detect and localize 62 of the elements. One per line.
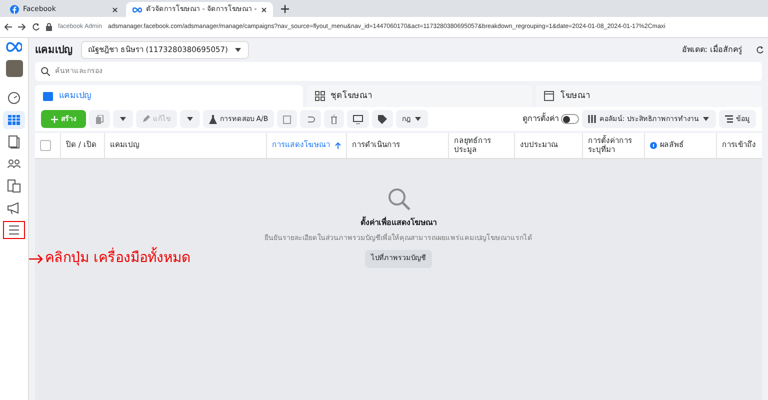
caret-icon: [414, 115, 422, 123]
arrow-icon: [29, 254, 43, 264]
preview-button[interactable]: [347, 110, 370, 128]
breakdown-icon: [725, 115, 733, 123]
infinity-logo-icon: [132, 6, 142, 12]
monitor-icon: [353, 114, 364, 124]
search-icon: [41, 67, 50, 76]
pages-icon: [7, 135, 21, 149]
info-icon: [650, 142, 657, 149]
back-icon: [4, 23, 12, 31]
search-icon: [386, 187, 410, 211]
level-tab[interactable]: โฆษณา: [536, 85, 762, 107]
caret-icon: [119, 115, 127, 123]
menu-icon: [7, 223, 21, 237]
menu-nav-item[interactable]: [3, 221, 25, 239]
plus-icon: [51, 116, 58, 122]
close-icon: [112, 6, 118, 12]
infinity-logo-icon: [6, 42, 22, 52]
table-nav-item[interactable]: [3, 111, 25, 129]
clipboard-icon: [283, 114, 292, 124]
close-icon: [260, 6, 267, 12]
pencil-icon: [142, 115, 150, 123]
dropdown-button[interactable]: [180, 110, 200, 128]
catalog-icon: [7, 179, 21, 193]
gauge-icon: [7, 91, 21, 105]
caret-icon: [186, 115, 194, 123]
level-tab[interactable]: ชุดโฆษณา: [306, 85, 532, 107]
new-tab-icon: [280, 5, 289, 13]
people-icon: [7, 157, 21, 171]
caret-icon: [234, 46, 242, 54]
trash-icon: [330, 114, 338, 124]
undo-icon: [306, 115, 316, 123]
sort-arrow-icon: [335, 142, 341, 149]
copy-icon: [95, 114, 104, 124]
tag-button[interactable]: [372, 110, 394, 128]
avatar-photo: [6, 60, 22, 77]
grid-icon: [314, 91, 325, 101]
select-all-checkbox[interactable]: [40, 140, 51, 151]
folder-icon: [43, 91, 53, 101]
empty-title: ตั้งค่าเพื่อแสดงโฆษณา: [360, 217, 436, 229]
level-tab[interactable]: แคมเปญ: [35, 85, 303, 107]
ad-frame-icon: [544, 91, 554, 101]
megaphone-icon: [7, 201, 21, 215]
view-setup-label: ดูการตั้งค่า: [522, 113, 558, 125]
columns-icon: [588, 115, 596, 123]
flask-icon: [209, 114, 217, 124]
view-setup-toggle[interactable]: [561, 114, 580, 124]
facebook-logo-icon: [10, 5, 19, 14]
reload-icon: [756, 46, 764, 54]
delete-button[interactable]: [324, 110, 344, 128]
annotation-text: คลิกปุ่ม เครื่องมือทั้งหมด: [45, 248, 190, 269]
dropdown-button[interactable]: [113, 110, 133, 128]
reload-icon: [32, 23, 40, 31]
forward-icon: [18, 23, 26, 31]
tag-icon: [378, 114, 388, 124]
caret-icon: [702, 115, 710, 123]
page-title: แคมเปญ: [35, 44, 73, 58]
lock-icon: [46, 23, 52, 31]
table-icon: [7, 113, 21, 127]
clipboard-button[interactable]: [277, 110, 298, 128]
update-status: อัพเดต: เมื่อสักครู่: [682, 44, 742, 56]
undo-button[interactable]: [300, 110, 322, 128]
